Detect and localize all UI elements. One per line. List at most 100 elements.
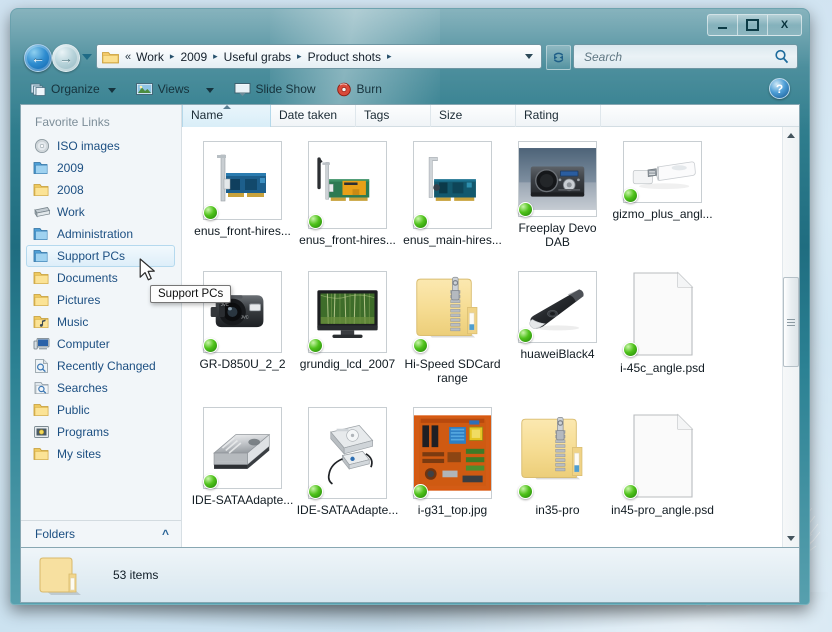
refresh-icon[interactable] — [546, 45, 571, 70]
icon-row: JVC JVC GR-D850U_2_2 grundig_lcd_2007 Hi… — [190, 271, 782, 385]
file-item[interactable]: Freeplay Devo DAB — [505, 141, 610, 249]
sidebar-item-label: Documents — [57, 271, 118, 285]
chevron-down-icon[interactable] — [205, 88, 214, 93]
folders-label: Folders — [35, 527, 76, 541]
breadcrumb-separator[interactable]: ▸ — [384, 51, 395, 62]
chevron-down-icon[interactable] — [525, 54, 533, 59]
motherboard-thumb — [414, 415, 491, 491]
breadcrumb-item-useful-grabs[interactable]: Useful grabs — [221, 49, 294, 65]
sync-ok-badge — [308, 338, 323, 353]
scroll-thumb[interactable] — [783, 277, 799, 367]
breadcrumb-separator[interactable]: ▸ — [210, 51, 221, 62]
search-input[interactable] — [582, 48, 773, 65]
file-name: gizmo_plus_angl... — [612, 207, 713, 221]
window-controls: X — [707, 14, 802, 36]
sidebar-item-label: Work — [57, 205, 85, 219]
file-item[interactable]: IDE-SATAAdapte... — [295, 407, 400, 517]
close-button[interactable]: X — [767, 14, 802, 36]
burn-button[interactable]: Burn — [330, 78, 388, 100]
sidebar-item-administration[interactable]: Administration — [21, 223, 181, 245]
saved-search-icon — [34, 382, 49, 394]
file-name: in45-pro_angle.psd — [611, 503, 714, 517]
open-folder-icon — [33, 250, 48, 262]
help-button[interactable]: ? — [769, 78, 790, 99]
folder-icon — [33, 404, 49, 416]
search-box[interactable] — [573, 44, 798, 69]
sidebar-item-label: Computer — [57, 337, 110, 351]
breadcrumb-separator[interactable]: ▸ — [167, 51, 178, 62]
vertical-scrollbar[interactable] — [782, 127, 799, 547]
breadcrumb-separator[interactable]: ▸ — [294, 51, 305, 62]
file-item[interactable]: enus_front-hires... — [295, 141, 400, 249]
back-arrow-icon[interactable]: ← — [24, 44, 52, 72]
sidebar-item-public[interactable]: Public — [21, 399, 181, 421]
minimize-button[interactable] — [707, 14, 737, 36]
slideshow-button[interactable]: Slide Show — [228, 78, 322, 100]
file-item[interactable]: IDE-SATAAdapte... — [190, 407, 295, 517]
desktop-background: X ← → « Work ▸ 2009 ▸ Useful grabs ▸ Pro… — [0, 0, 832, 632]
sidebar-item-music[interactable]: Music — [21, 311, 181, 333]
sidebar-item-searches[interactable]: Searches — [21, 377, 181, 399]
file-item[interactable]: in45-pro_angle.psd — [610, 407, 715, 517]
column-header-spacer[interactable] — [601, 105, 799, 127]
maximize-button[interactable] — [737, 14, 767, 36]
column-header-name[interactable]: Name — [182, 105, 271, 127]
disc-icon — [34, 138, 50, 154]
forward-arrow-icon[interactable]: → — [52, 44, 80, 72]
file-item[interactable]: i-45c_angle.psd — [610, 271, 715, 385]
sidebar-item-label: Music — [57, 315, 89, 329]
title-bar[interactable]: X — [10, 8, 810, 40]
file-item[interactable]: huaweiBlack4 — [505, 271, 610, 385]
column-header-tags[interactable]: Tags — [356, 105, 431, 127]
file-item[interactable]: i-g31_top.jpg — [400, 407, 505, 517]
navigation-pane: Favorite Links ISO images 2009 2008 Work… — [21, 105, 182, 547]
file-item[interactable]: grundig_lcd_2007 — [295, 271, 400, 385]
sidebar-item-support-pcs[interactable]: Support PCs — [26, 245, 175, 267]
command-toolbar: Organize Views Slide Show Burn ? — [20, 76, 800, 102]
sidebar-item-recently-changed[interactable]: Recently Changed — [21, 355, 181, 377]
column-label: Rating — [524, 108, 559, 122]
chevron-up-icon[interactable]: ^ — [162, 527, 169, 541]
file-name: GR-D850U_2_2 — [199, 357, 286, 371]
breadcrumb-item-product-shots[interactable]: Product shots — [305, 49, 384, 65]
file-item[interactable]: enus_front-hires... — [190, 141, 295, 249]
file-item[interactable]: Hi-Speed SDCard range — [400, 271, 505, 385]
address-bar[interactable]: « Work ▸ 2009 ▸ Useful grabs ▸ Product s… — [96, 44, 542, 69]
folder-icon — [33, 448, 49, 460]
breadcrumb-item-2009[interactable]: 2009 — [177, 49, 210, 65]
thumbnail — [203, 141, 282, 220]
sidebar-item-programs[interactable]: Programs — [21, 421, 181, 443]
sidebar-item-2009[interactable]: 2009 — [21, 157, 181, 179]
column-header-size[interactable]: Size — [431, 105, 516, 127]
views-button[interactable]: Views — [130, 78, 220, 100]
file-name: enus_main-hires... — [403, 233, 502, 247]
sync-ok-badge — [623, 484, 638, 499]
column-header-date-taken[interactable]: Date taken — [271, 105, 356, 127]
sidebar-item-computer[interactable]: Computer — [21, 333, 181, 355]
file-item[interactable]: in35-pro — [505, 407, 610, 517]
file-name: grundig_lcd_2007 — [299, 357, 396, 371]
file-item[interactable]: enus_main-hires... — [400, 141, 505, 249]
sidebar-item-label: Administration — [57, 227, 134, 241]
sync-ok-badge — [518, 202, 533, 217]
sidebar-item-iso-images[interactable]: ISO images — [21, 135, 181, 157]
sidebar-item-2008[interactable]: 2008 — [21, 179, 181, 201]
computer-icon — [33, 338, 50, 350]
chevron-down-icon[interactable] — [107, 88, 116, 93]
breadcrumb-item-work[interactable]: Work — [133, 49, 167, 65]
blank-document-icon — [632, 271, 693, 356]
organize-label: Organize — [51, 82, 100, 96]
sync-ok-badge — [308, 484, 323, 499]
column-header-rating[interactable]: Rating — [516, 105, 601, 127]
file-name: enus_front-hires... — [299, 233, 396, 247]
breadcrumb-overflow[interactable]: « — [121, 51, 133, 63]
file-item[interactable]: gizmo_plus_angl... — [610, 141, 715, 249]
history-dropdown-icon[interactable] — [82, 54, 92, 60]
folders-expander[interactable]: Folders ^ — [21, 520, 181, 547]
scroll-up-icon[interactable] — [783, 127, 799, 144]
blank-document-icon — [632, 413, 693, 498]
organize-button[interactable]: Organize — [24, 78, 122, 100]
scroll-down-icon[interactable] — [783, 530, 799, 547]
sidebar-item-my-sites[interactable]: My sites — [21, 443, 181, 465]
sidebar-item-work[interactable]: Work — [21, 201, 181, 223]
